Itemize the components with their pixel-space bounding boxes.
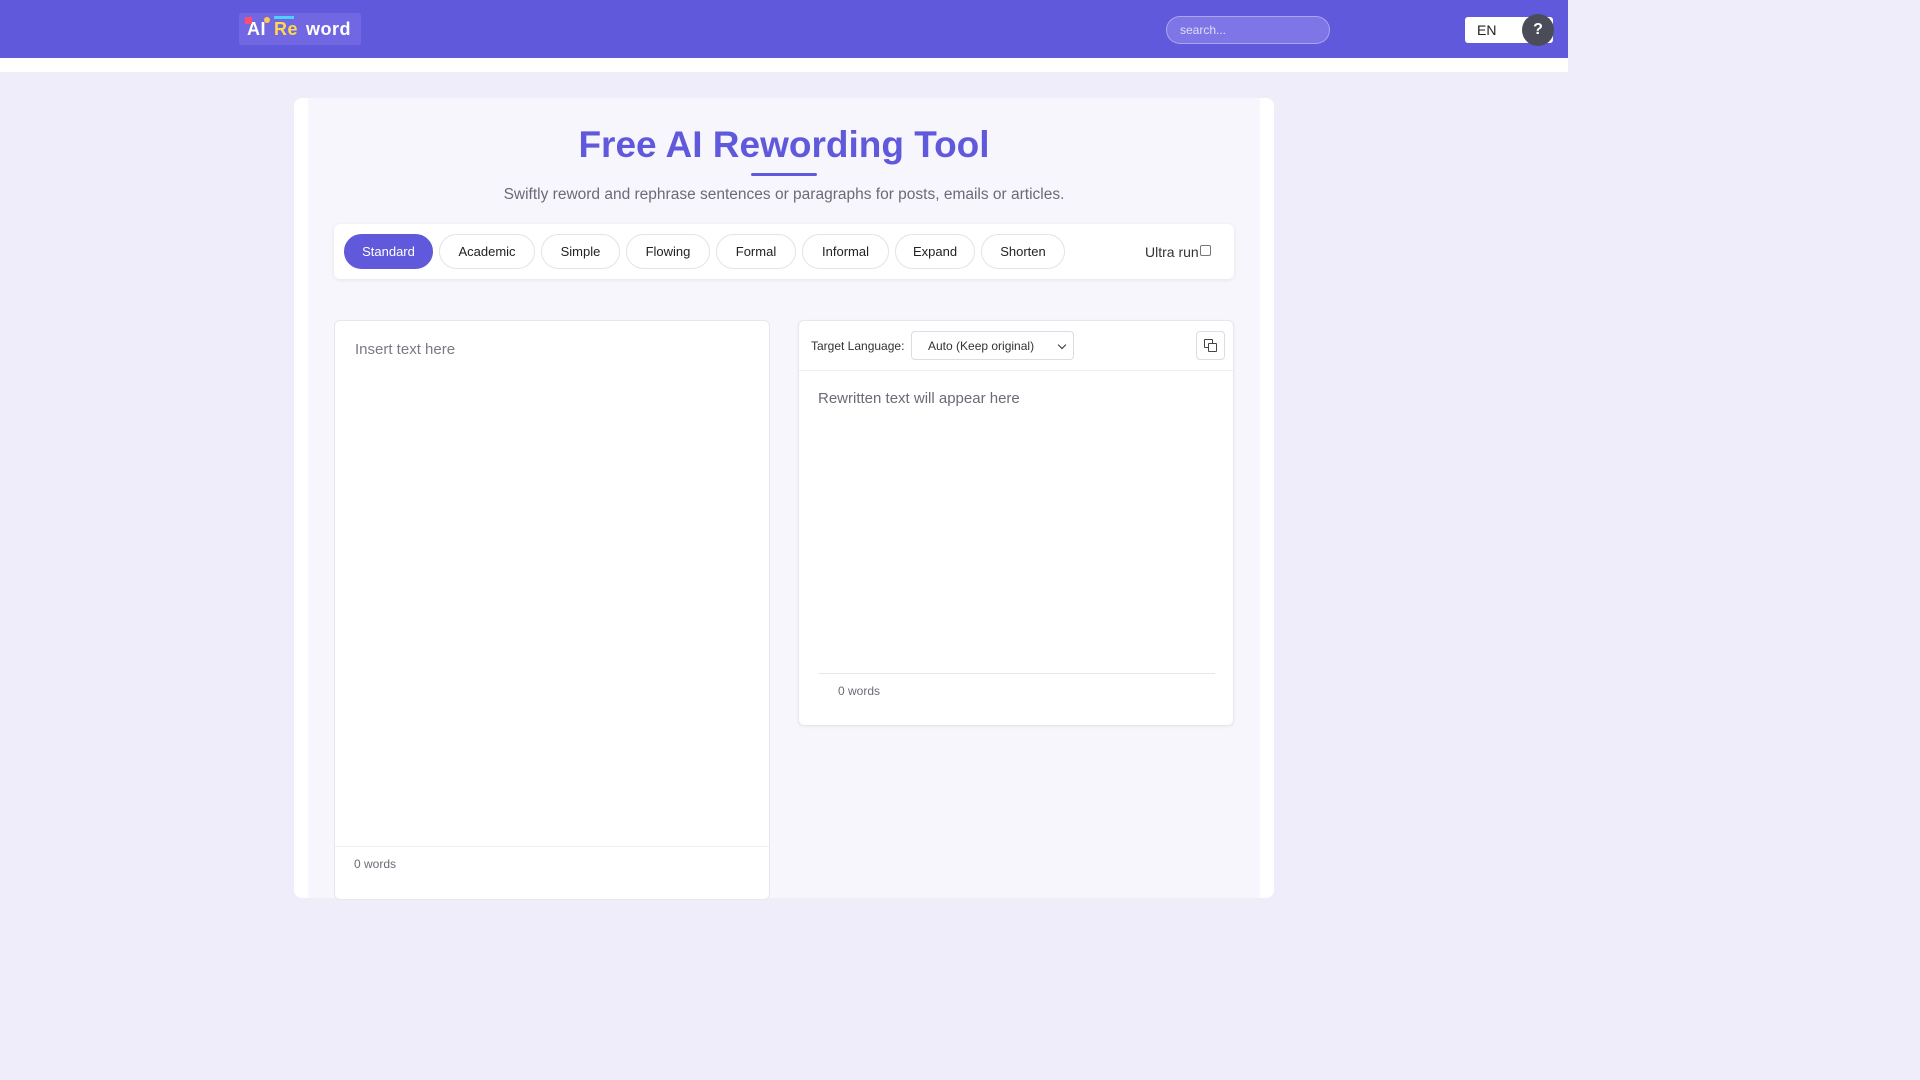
mode-informal-button[interactable]: Informal [802, 234, 889, 269]
mode-standard-button[interactable]: Standard [344, 234, 433, 269]
site-logo[interactable]: AI Re word [239, 13, 361, 45]
mode-simple-button[interactable]: Simple [541, 234, 620, 269]
output-divider [818, 673, 1215, 674]
logo-part-word: word [306, 18, 352, 39]
mode-flowing-button[interactable]: Flowing [626, 234, 710, 269]
mode-shorten-button[interactable]: Shorten [981, 234, 1065, 269]
chevron-down-icon [1057, 340, 1067, 350]
output-panel: Target Language: Auto (Keep original) Re… [798, 320, 1234, 726]
output-header-divider [799, 370, 1233, 371]
title-underline [751, 173, 817, 176]
page-title: Free AI Rewording Tool [578, 124, 990, 165]
mode-formal-button[interactable]: Formal [716, 234, 796, 269]
input-word-count: 0 words [354, 857, 397, 871]
logo-part-re: Re [274, 15, 299, 39]
input-panel: 0 words [334, 320, 770, 900]
ultra-run-checkbox[interactable] [1200, 245, 1211, 256]
top-navbar [0, 0, 1568, 58]
page-subtitle: Swiftly reword and rephrase sentences or… [503, 186, 1065, 203]
mode-selector: Standard Academic Simple Flowing Formal … [334, 224, 1234, 279]
input-divider [335, 846, 769, 847]
output-placeholder: Rewritten text will appear here [818, 390, 1020, 407]
target-language-label: Target Language: [811, 339, 905, 353]
logo-part-ai: AI [245, 16, 270, 39]
ultra-run-label: Ultra run [1145, 244, 1199, 260]
mode-expand-button[interactable]: Expand [895, 234, 975, 269]
mode-academic-button[interactable]: Academic [439, 234, 535, 269]
search-input[interactable] [1166, 16, 1330, 44]
target-language-value: Auto (Keep original) [928, 339, 1035, 353]
output-word-count: 0 words [838, 684, 881, 698]
target-language-select[interactable]: Auto (Keep original) [911, 331, 1074, 360]
help-button[interactable]: ? [1522, 14, 1554, 46]
input-textarea[interactable] [355, 341, 751, 831]
copy-button[interactable] [1196, 331, 1225, 360]
language-label: EN [1477, 22, 1497, 38]
navbar-strip [0, 58, 1568, 72]
